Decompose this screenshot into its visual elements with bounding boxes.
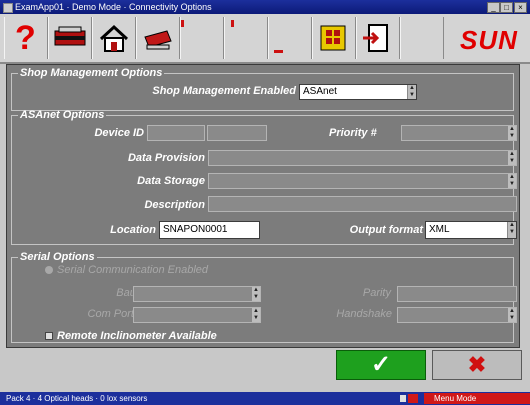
data-provision-label: Data Provision (127, 152, 205, 164)
chevron-down-icon: ▲ ▼ (507, 308, 516, 322)
home-button[interactable] (92, 17, 136, 59)
output-format-select[interactable]: XML ▲ ▼ (425, 221, 517, 239)
shop-management-select[interactable]: ASAnet ▲ ▼ (299, 84, 417, 100)
connection-icon (400, 395, 406, 402)
module-button[interactable] (312, 17, 356, 59)
status-text: Pack 4 · 4 Optical heads · 0 lox sensors (6, 394, 148, 403)
data-storage-select[interactable]: ▲ ▼ (208, 173, 517, 189)
print-button[interactable] (136, 17, 180, 59)
asanet-legend: ASAnet Options (20, 109, 105, 121)
device-id-field-1[interactable] (147, 125, 205, 141)
shop-management-value: ASAnet (303, 86, 337, 97)
description-field[interactable] (208, 196, 517, 212)
baud-select[interactable]: ▲ ▼ (133, 286, 261, 302)
help-button[interactable]: ? (4, 17, 48, 59)
sun-logo-text: SUN (460, 25, 518, 55)
toolbar: ? SUN (0, 14, 530, 64)
cancel-button[interactable]: ✖ (432, 350, 522, 380)
chevron-down-icon: ▲ ▼ (407, 85, 416, 99)
shop-management-legend: Shop Management Options (20, 67, 163, 79)
serial-comm-checkbox[interactable] (45, 266, 53, 274)
parity-select[interactable] (397, 286, 517, 302)
module-icon (320, 25, 346, 51)
handshake-label: Handshake (336, 308, 392, 320)
serial-comm-label: Serial Communication Enabled (57, 264, 209, 276)
output-format-label: Output format (349, 224, 423, 236)
close-window-button[interactable]: × (514, 2, 527, 13)
shop-management-enabled-label: Shop Management Enabled (152, 85, 296, 97)
inclinometer-checkbox[interactable] (45, 332, 53, 340)
data-storage-label: Data Storage (137, 175, 205, 187)
priority-label: Priority # (329, 127, 377, 139)
data-provision-select[interactable]: ▲ ▼ (208, 150, 517, 166)
location-field[interactable]: SNAPON0001 (159, 221, 260, 239)
app-icon[interactable] (3, 3, 13, 13)
home-icon (99, 24, 129, 52)
chevron-down-icon: ▲ ▼ (507, 174, 516, 188)
handshake-select[interactable]: ▲ ▼ (397, 307, 517, 323)
chevron-down-icon: ▲ ▼ (507, 151, 516, 165)
chevron-down-icon: ▲ ▼ (251, 287, 260, 301)
print-icon (144, 30, 172, 50)
checkmark-icon: ✓ (370, 351, 392, 378)
vehicle-button[interactable] (48, 17, 92, 59)
location-label: Location (110, 224, 156, 236)
chevron-down-icon: ▲ ▼ (507, 222, 516, 238)
cross-icon: ✖ (467, 352, 487, 377)
exit-icon (363, 24, 388, 52)
output-format-value: XML (429, 224, 450, 235)
device-id-label: Device ID (94, 127, 144, 139)
parity-label: Parity (362, 287, 391, 299)
device-id-field-2[interactable] (207, 125, 267, 141)
priority-select[interactable]: ▲ ▼ (401, 125, 517, 141)
window-title: ExamApp01 · Demo Mode · Connectivity Opt… (15, 2, 212, 12)
com-port-select[interactable]: ▲ ▼ (133, 307, 261, 323)
help-icon: ? (15, 19, 36, 57)
mode-indicator: Menu Mode (424, 393, 530, 404)
description-label: Description (144, 199, 205, 211)
com-port-label: Com Port (87, 308, 134, 320)
options-panel: Shop Management Options Shop Management … (6, 64, 520, 348)
status-bar: Pack 4 · 4 Optical heads · 0 lox sensors… (0, 392, 530, 405)
minimize-button[interactable]: _ (487, 2, 500, 13)
maximize-button[interactable]: □ (500, 2, 513, 13)
inclinometer-label: Remote Inclinometer Available (57, 330, 217, 342)
serial-legend: Serial Options (20, 251, 95, 263)
vehicle-icon (54, 26, 86, 46)
title-bar: ExamApp01 · Demo Mode · Connectivity Opt… (0, 0, 530, 14)
exit-button[interactable] (356, 17, 400, 59)
chevron-down-icon: ▲ ▼ (251, 308, 260, 322)
ok-button[interactable]: ✓ (336, 350, 426, 380)
alert-icon (408, 394, 418, 403)
sun-logo: SUN (450, 17, 526, 59)
chevron-down-icon: ▲ ▼ (507, 126, 516, 140)
